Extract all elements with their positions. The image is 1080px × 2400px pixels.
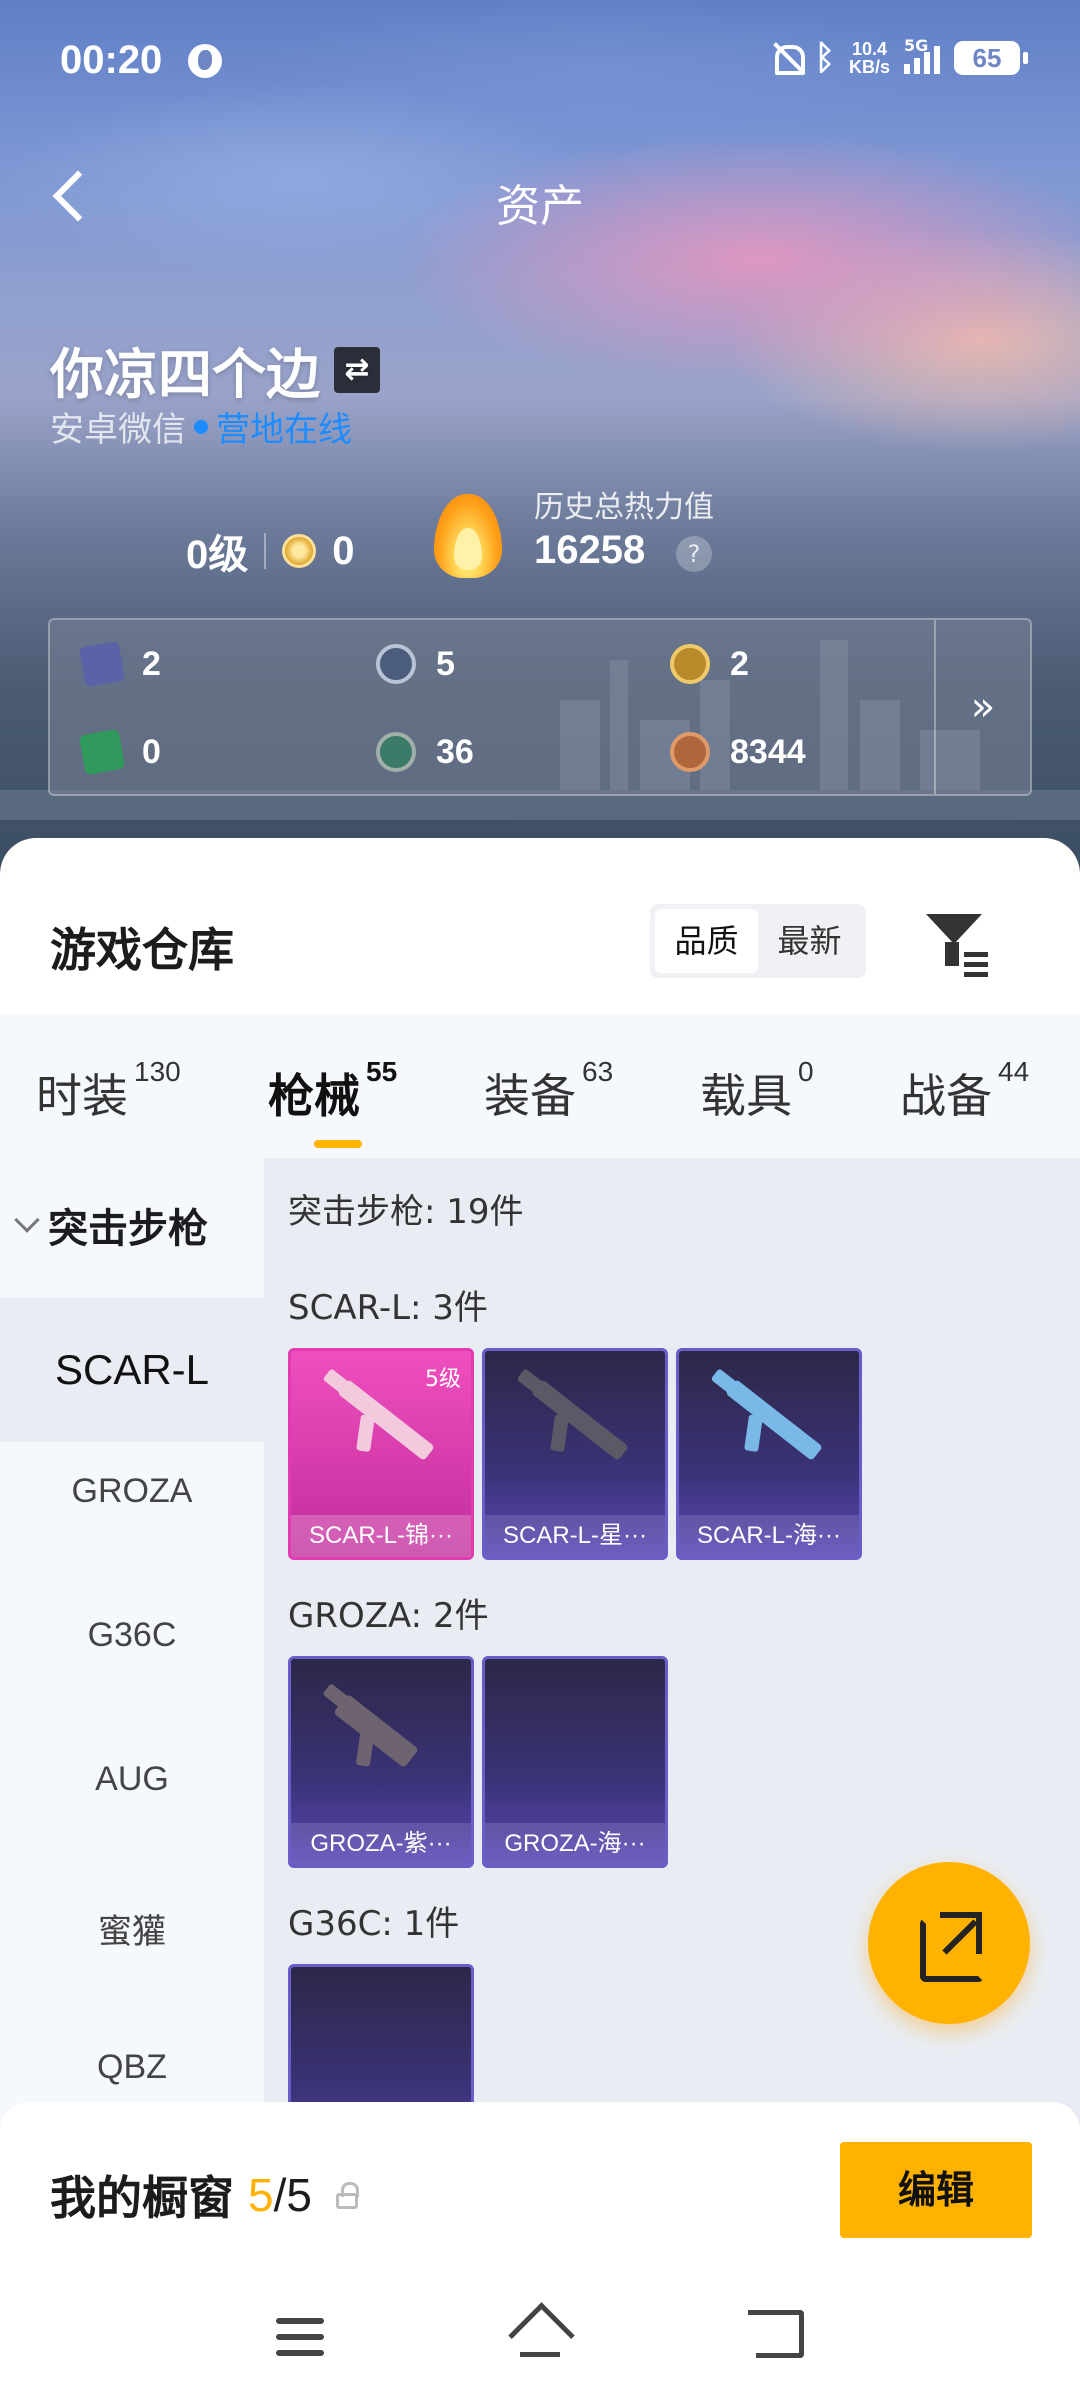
- rifle-icon: [333, 1693, 419, 1769]
- back-nav-icon[interactable]: [748, 2310, 804, 2358]
- tab-vehicles[interactable]: 载具 0: [700, 1056, 814, 1126]
- share-button[interactable]: [868, 1862, 1030, 2024]
- username: 你凉四个边 ⇄: [50, 330, 380, 409]
- stats-more-button[interactable]: »: [934, 620, 1030, 794]
- system-nav-bar: [0, 2280, 1080, 2400]
- network-speed: 10.4 KB/s: [848, 39, 890, 77]
- rifle-icon: [337, 1379, 435, 1461]
- stat-item[interactable]: 0: [78, 728, 161, 776]
- sidebar-item-aug[interactable]: AUG: [0, 1760, 264, 1799]
- weapon-sidebar: 突击步枪 SCAR-L GROZA G36C AUG 蜜獾 QBZ: [0, 1158, 264, 2158]
- category-assault-rifle[interactable]: 突击步枪: [14, 1196, 208, 1254]
- menu-icon[interactable]: [276, 2318, 324, 2358]
- weapon-card[interactable]: SCAR-L-海···: [676, 1348, 862, 1560]
- tab-costume[interactable]: 时装 130: [36, 1056, 181, 1126]
- weapon-card[interactable]: GROZA-紫···: [288, 1656, 474, 1868]
- weapon-card[interactable]: 5级 SCAR-L-锦···: [288, 1348, 474, 1560]
- asset-stats: 2 5 2 0 36 8344 »: [48, 618, 1032, 796]
- orb-green-icon: [376, 732, 416, 772]
- heat-label: 历史总热力值: [534, 490, 714, 525]
- coin-blue-icon: [376, 644, 416, 684]
- tab-weapons[interactable]: 枪械 55: [268, 1056, 397, 1148]
- category-tabs: 时装 130 枪械 55 装备 63 载具 0 战备 44: [0, 1014, 1080, 1158]
- weapon-card[interactable]: GROZA-海···: [482, 1656, 668, 1868]
- battery-icon: 65: [954, 41, 1028, 75]
- card-purple-icon: [78, 640, 126, 688]
- group-heading: SCAR-L: 3件: [288, 1288, 488, 1328]
- sidebar-item-groza[interactable]: GROZA: [0, 1472, 264, 1511]
- rifle-icon: [531, 1379, 629, 1461]
- sort-newest-button[interactable]: 最新: [758, 909, 861, 973]
- medal-icon: [282, 534, 317, 568]
- share-icon: [942, 1919, 978, 1955]
- online-dot-icon: [194, 419, 208, 434]
- page-title: 资产: [496, 181, 584, 232]
- group-heading: G36C: 1件: [288, 1904, 460, 1944]
- signal-icon: 5G: [904, 36, 940, 74]
- rifle-icon: [725, 1379, 823, 1461]
- status-bar: 00:20 ᛒ 10.4 KB/s 5G 65: [0, 0, 1080, 130]
- stat-item[interactable]: 8344: [670, 732, 806, 772]
- bell-muted-icon: [771, 41, 805, 75]
- home-icon[interactable]: [510, 2308, 570, 2362]
- profile-header: 00:20 ᛒ 10.4 KB/s 5G 65 资产 你凉四个边 ⇄ 安卓微信 …: [0, 0, 1080, 880]
- heat-value: 16258: [534, 528, 646, 572]
- card-green-icon: [78, 728, 126, 776]
- weapon-card[interactable]: SCAR-L-星···: [482, 1348, 668, 1560]
- sort-quality-button[interactable]: 品质: [655, 909, 758, 973]
- lock-icon: [335, 2182, 359, 2209]
- tab-equipment[interactable]: 装备 63: [484, 1056, 613, 1126]
- flame-icon: [428, 484, 508, 580]
- globe-icon: [188, 44, 222, 78]
- sidebar-item-qbz[interactable]: QBZ: [0, 2048, 264, 2087]
- tab-supplies[interactable]: 战备 44: [900, 1056, 1029, 1126]
- sidebar-item-honey-badger[interactable]: 蜜獾: [0, 1904, 264, 1953]
- stat-item[interactable]: 36: [376, 732, 474, 772]
- sort-toggle: 品质 最新: [650, 904, 866, 978]
- coin-gold-icon: [670, 644, 710, 684]
- group-heading: GROZA: 2件: [288, 1596, 489, 1636]
- sidebar-item-g36c[interactable]: G36C: [0, 1616, 264, 1655]
- bluetooth-icon: ᛒ: [814, 38, 835, 78]
- account-status: 安卓微信 营地在线: [50, 410, 352, 450]
- stat-item[interactable]: 5: [376, 644, 455, 684]
- switch-account-icon[interactable]: ⇄: [334, 346, 380, 393]
- stat-item[interactable]: 2: [78, 640, 161, 688]
- showcase-info: 我的橱窗 5/5: [50, 2162, 359, 2228]
- level-info: 0级 0: [186, 528, 355, 578]
- edit-button[interactable]: 编辑: [840, 2142, 1032, 2238]
- clock: 00:20: [60, 38, 163, 82]
- help-icon[interactable]: ?: [676, 536, 712, 572]
- coin-copper-icon: [670, 732, 710, 772]
- filter-icon[interactable]: [920, 908, 990, 978]
- sidebar-item-scar-l[interactable]: SCAR-L: [0, 1298, 264, 1442]
- chevron-down-icon: [14, 1207, 40, 1233]
- level-badge: 5级: [425, 1367, 461, 1392]
- summary-count: 突击步枪: 19件: [288, 1192, 524, 1232]
- stat-item[interactable]: 2: [670, 644, 749, 684]
- warehouse-title: 游戏仓库: [50, 923, 234, 977]
